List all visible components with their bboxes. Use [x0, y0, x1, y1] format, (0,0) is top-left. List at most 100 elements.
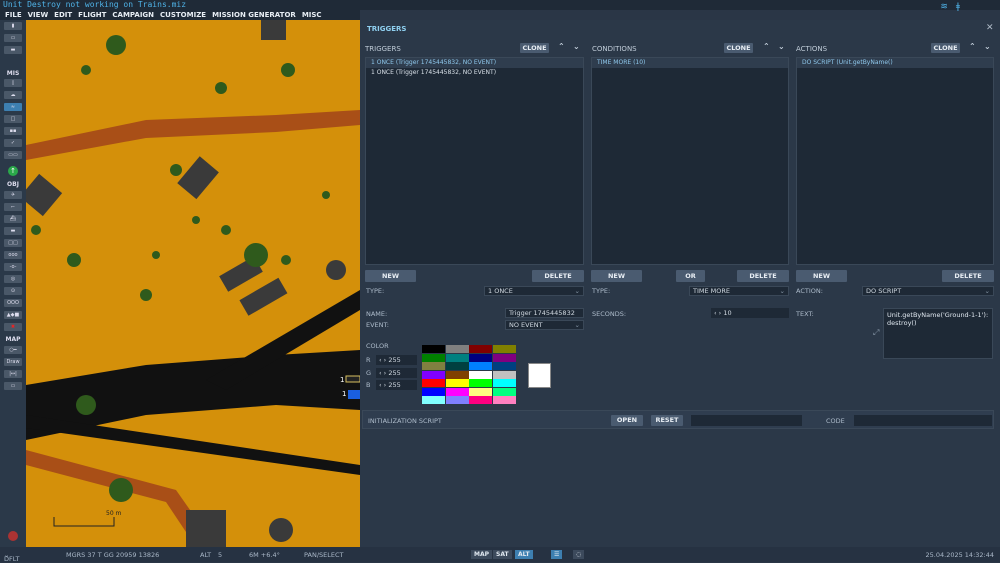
templates-icon[interactable]: ▭▭ — [4, 151, 22, 159]
seconds-stepper[interactable]: ‹ › 10 — [711, 308, 789, 318]
delete-trigger-button[interactable]: DELETE — [532, 270, 584, 282]
color-swatch[interactable] — [492, 345, 516, 353]
color-swatch[interactable] — [445, 396, 469, 404]
color-swatch[interactable] — [492, 396, 516, 404]
color-swatch[interactable] — [492, 353, 516, 362]
plane-icon[interactable]: ✈ — [4, 191, 22, 199]
clone-condition-button[interactable]: CLONE — [724, 43, 753, 53]
move-down-icon[interactable]: ⌄ — [984, 42, 991, 51]
triggers-list[interactable]: 1 ONCE (Trigger 1745445832, NO EVENT) 1 … — [365, 57, 584, 265]
alt-mode-button[interactable]: ALT — [515, 550, 533, 559]
move-up-icon[interactable]: ⌃ — [763, 42, 770, 51]
draw-button[interactable]: Draw — [4, 358, 22, 366]
trigger-name-input[interactable]: Trigger 1745445832 — [505, 308, 584, 318]
list-item[interactable]: TIME MORE (10) — [592, 58, 788, 68]
vehicle-icon[interactable]: ▬ — [4, 227, 22, 235]
color-swatch[interactable] — [469, 396, 492, 404]
green-stepper[interactable]: ‹ › 255 — [376, 368, 417, 378]
move-up-icon[interactable]: ⌃ — [558, 42, 565, 51]
expand-icon[interactable]: ⤢ — [873, 328, 879, 338]
move-down-icon[interactable]: ⌄ — [573, 42, 580, 51]
map-mode-button[interactable]: MAP — [471, 550, 493, 559]
circle-icon[interactable]: ⊙ — [4, 287, 22, 295]
helicopter-icon[interactable]: ⌐ — [4, 203, 22, 211]
map-terrain[interactable] — [26, 20, 360, 547]
settings-icon[interactable]: ◌ — [573, 550, 585, 559]
color-swatch[interactable] — [422, 370, 445, 379]
color-swatch[interactable] — [422, 379, 445, 387]
layer-select[interactable]: DFLT ⌄ — [4, 551, 19, 563]
color-swatch[interactable] — [422, 353, 445, 362]
action-select[interactable]: DO SCRIPT ⌄ — [862, 286, 994, 296]
color-swatch[interactable] — [469, 387, 492, 396]
delete-condition-button[interactable]: DELETE — [737, 270, 789, 282]
new-condition-button[interactable]: NEW — [591, 270, 642, 282]
move-up-icon[interactable]: ⌃ — [969, 42, 976, 51]
color-swatch[interactable] — [492, 387, 516, 396]
color-swatch[interactable] — [445, 362, 469, 370]
color-swatch[interactable] — [492, 362, 516, 370]
new-file-icon[interactable]: ▮ — [4, 22, 22, 30]
conditions-list[interactable]: TIME MORE (10) — [591, 57, 789, 265]
move-down-icon[interactable]: ⌄ — [778, 42, 785, 51]
init-script-file-input[interactable] — [691, 415, 802, 426]
map-view[interactable]: 50 m 1 1 — [26, 20, 360, 547]
trigger-type-select[interactable]: 1 ONCE ⌄ — [484, 286, 584, 296]
waypoint-icon[interactable]: -o- — [4, 263, 22, 271]
record-icon[interactable] — [8, 531, 18, 541]
color-swatch[interactable] — [469, 362, 492, 370]
target-icon[interactable]: ◎ — [4, 275, 22, 283]
color-swatch[interactable] — [445, 345, 469, 353]
code-input[interactable] — [854, 415, 992, 426]
weather-icon[interactable]: ☁ — [4, 91, 22, 99]
clone-action-button[interactable]: CLONE — [931, 43, 960, 53]
group-icon[interactable]: ooo — [4, 251, 22, 259]
color-swatch[interactable] — [445, 353, 469, 362]
key-icon[interactable]: ○━ — [4, 346, 22, 354]
triggers-icon[interactable]: ≈ — [4, 103, 22, 111]
event-select[interactable]: NO EVENT ⌄ — [505, 320, 584, 330]
layers-icon[interactable]: ☰ — [551, 550, 563, 559]
briefing-icon[interactable]: ▯ — [4, 79, 22, 87]
color-swatch[interactable] — [422, 387, 445, 396]
delete-icon[interactable]: ✖ — [4, 323, 22, 331]
red-stepper[interactable]: ‹ › 255 — [376, 355, 417, 365]
new-trigger-button[interactable]: NEW — [365, 270, 416, 282]
list-item[interactable]: DO SCRIPT (Unit.getByName() — [797, 58, 993, 68]
list-item[interactable]: 1 ONCE (Trigger 1745445832, NO EVENT) — [366, 58, 583, 68]
delete-action-button[interactable]: DELETE — [942, 270, 994, 282]
color-swatch[interactable] — [445, 370, 469, 379]
rectangle-icon[interactable]: ▭ — [4, 382, 22, 390]
color-swatch[interactable] — [445, 387, 469, 396]
or-button[interactable]: OR — [676, 270, 705, 282]
color-swatch[interactable] — [422, 345, 445, 353]
color-swatch[interactable] — [469, 345, 492, 353]
upload-icon[interactable]: ↑ — [8, 166, 18, 176]
condition-type-select[interactable]: TIME MORE ⌄ — [689, 286, 789, 296]
actions-list[interactable]: DO SCRIPT (Unit.getByName() — [796, 57, 994, 265]
sat-mode-button[interactable]: SAT — [493, 550, 512, 559]
trigger-zone-icon[interactable]: □ — [4, 115, 22, 123]
clone-trigger-button[interactable]: CLONE — [520, 43, 549, 53]
open-button[interactable]: OPEN — [611, 415, 643, 426]
ring-icon[interactable]: OOO — [4, 299, 22, 307]
script-text-area[interactable]: Unit.getByName('Ground-1-1'): destroy() — [883, 308, 993, 359]
ship-icon[interactable]: ⛴ — [4, 215, 22, 223]
new-action-button[interactable]: NEW — [796, 270, 847, 282]
resources-icon[interactable]: ▪▪ — [4, 127, 22, 135]
color-swatch[interactable] — [422, 396, 445, 404]
color-swatch[interactable] — [492, 370, 516, 379]
shapes-icon[interactable]: ▲◆■ — [4, 311, 22, 319]
blue-stepper[interactable]: ‹ › 255 — [376, 380, 417, 390]
color-swatch[interactable] — [492, 379, 516, 387]
static-object-icon[interactable]: □□ — [4, 239, 22, 247]
color-swatch[interactable] — [469, 370, 492, 379]
list-item[interactable]: 1 ONCE (Trigger 1745445832, NO EVENT) — [366, 68, 583, 78]
reset-button[interactable]: RESET — [651, 415, 683, 426]
color-swatch[interactable] — [422, 362, 445, 370]
color-swatch[interactable] — [469, 379, 492, 387]
color-swatch[interactable] — [445, 379, 469, 387]
save-icon[interactable]: ▬ — [4, 46, 22, 54]
goals-icon[interactable]: ✓ — [4, 139, 22, 147]
open-file-icon[interactable]: ▭ — [4, 34, 22, 42]
